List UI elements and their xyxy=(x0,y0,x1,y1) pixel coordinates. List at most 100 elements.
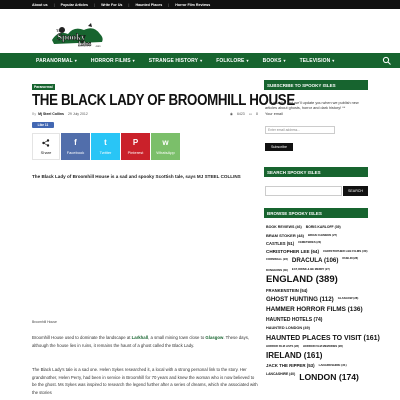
share-label: Pinterest xyxy=(127,149,144,155)
comment-icon: ▭ xyxy=(248,112,253,116)
chevron-down-icon: ▾ xyxy=(74,58,77,63)
paragraph-text: , a small mining town close to xyxy=(148,335,206,340)
comments-count[interactable]: 8 xyxy=(256,112,258,116)
eye-icon: ◉ xyxy=(229,112,233,116)
tag-link[interactable]: CHRISTOPHER LEE FILMS (30) xyxy=(322,249,368,256)
author-link[interactable]: Mj Steel Collins xyxy=(38,112,64,116)
tag-link[interactable]: HAUNTED LONDON (49) xyxy=(265,326,311,332)
topbar-link-write[interactable]: Write For Us xyxy=(101,3,122,7)
publish-date: 29 July 2012 xyxy=(67,112,88,116)
tag-link[interactable]: CEMETERIES (23) xyxy=(297,241,322,247)
category-badge[interactable]: Paranormal xyxy=(32,84,55,90)
tag-link[interactable]: BRAM STOKER (48) xyxy=(265,233,305,239)
tag-link[interactable]: LANCASHIRE (40) xyxy=(265,372,296,383)
topbar-separator: | xyxy=(53,2,55,7)
share-whatsapp-button[interactable]: w WhatsApp xyxy=(151,133,180,160)
article-meta: By Mj Steel Collins 29 July 2012 ◉ 6423 … xyxy=(32,110,258,118)
main-nav: PARANORMAL ▾ HORROR FILMS ▾ STRANGE HISTOR… xyxy=(0,53,400,68)
tag-link[interactable]: EAT, DRINK & BE MERRY (27) xyxy=(291,268,331,273)
topbar-link-reviews[interactable]: Horror Film Reviews xyxy=(175,3,210,7)
topbar-separator: | xyxy=(94,2,96,7)
tag-cloud: BOOK REVIEWS (46) BORIS KARLOFF (39) BRAM … xyxy=(265,225,380,383)
tag-link[interactable]: HAUNTED PLACES TO VISIT (161) xyxy=(265,334,381,343)
article-stats: ◉ 6423 ▭ 8 xyxy=(230,112,258,116)
image-caption: Broomhill House xyxy=(32,320,57,324)
nav-label: STRANGE HISTORY xyxy=(148,57,199,64)
twitter-icon: t xyxy=(104,137,107,147)
whatsapp-icon: w xyxy=(162,137,169,147)
tag-link[interactable]: LONDON (174) xyxy=(298,372,360,383)
tag-link[interactable]: LANARKSHIRE (31) xyxy=(318,363,348,369)
search-heading: SEARCH SPOOKY ISLES xyxy=(264,167,368,177)
share-label: Facebook xyxy=(66,149,85,155)
tag-link[interactable]: DUNGEONS (30) xyxy=(265,268,289,273)
logo-text-com: .com xyxy=(95,45,100,48)
nav-label: FOLKLORE xyxy=(216,57,245,64)
subscribe-heading: SUBSCRIBE TO SPOOKY ISLES xyxy=(264,80,368,90)
topbar-link-haunted[interactable]: Haunted Places xyxy=(135,3,162,7)
tag-link[interactable]: CHRISTOPHER LEE (64) xyxy=(265,249,320,256)
pinterest-icon: P xyxy=(132,137,139,147)
tag-link[interactable]: CASTLES (51) xyxy=(265,241,295,247)
tag-link[interactable]: BOOK REVIEWS (46) xyxy=(265,225,303,231)
topbar-link-about[interactable]: About us xyxy=(32,3,48,7)
nav-item-television[interactable]: TELEVISION ▾ xyxy=(300,58,335,64)
nav-item-horror-films[interactable]: HORROR FILMS ▾ xyxy=(91,58,135,64)
tag-link[interactable]: CORNWALL (23) xyxy=(265,257,289,265)
nav-item-strange-history[interactable]: STRANGE HISTORY ▾ xyxy=(149,58,202,64)
share-facebook-button[interactable]: f Facebook xyxy=(61,133,90,160)
tag-link[interactable]: DUBLIN (28) xyxy=(341,257,359,265)
larkhall-link[interactable]: Larkhall xyxy=(132,335,148,340)
tag-link[interactable]: HORROR FILM LISTS (28) xyxy=(265,345,300,350)
search-icon[interactable] xyxy=(382,56,392,65)
share-bar: Share f Facebook t Twitter P Pinterest w… xyxy=(32,133,180,160)
tag-link[interactable]: HORROR FILM MEMORIES (28) xyxy=(302,345,344,350)
nav-label: PARANORMAL xyxy=(36,57,73,64)
chevron-down-icon: ▾ xyxy=(283,58,286,63)
tag-link[interactable]: FRANKENSTEIN (54) xyxy=(265,288,308,294)
search-input[interactable] xyxy=(265,186,342,196)
paragraph-text: Broomhill House used to dominate the lan… xyxy=(32,335,132,340)
views-count: 6423 xyxy=(236,112,245,116)
nav-label: TELEVISION xyxy=(299,57,331,64)
email-field[interactable]: Enter email address... xyxy=(265,126,335,134)
article-paragraph: The Black Lady's tale is a sad one. Hele… xyxy=(32,367,258,395)
share-label: Share xyxy=(40,149,52,155)
topbar-link-popular[interactable]: Popular Articles xyxy=(61,3,88,7)
tag-link[interactable]: HAUNTED HOTELS (74) xyxy=(265,317,323,324)
site-logo[interactable]: The Spooky Isles .com xyxy=(48,22,106,48)
tag-link[interactable]: ENGLAND (389) xyxy=(265,274,339,286)
share-button[interactable]: Share xyxy=(32,133,60,160)
tag-link[interactable]: GHOST HUNTING (112) xyxy=(265,296,335,304)
email-label: Your email xyxy=(265,111,283,116)
nav-item-paranormal[interactable]: PARANORMAL ▾ xyxy=(36,58,77,64)
search-button[interactable]: SEARCH xyxy=(343,186,368,196)
nav-label: BOOKS xyxy=(262,57,282,64)
subscribe-description: ** Subscribe and we'll update you when w… xyxy=(265,101,359,111)
tag-link[interactable]: DRACULA (106) xyxy=(291,257,340,265)
article-intro: The Black Lady of Broomhill House is a s… xyxy=(32,174,241,179)
share-twitter-button[interactable]: t Twitter xyxy=(91,133,120,160)
browse-heading: BROWSE SPOOKY ISLES xyxy=(264,208,368,218)
tag-link[interactable]: HAMMER HORROR FILMS (136) xyxy=(265,306,364,314)
subscribe-text: ** Subscribe and we'll update you when w… xyxy=(265,101,367,117)
glasgow-link[interactable]: Glasgow xyxy=(205,335,223,340)
tag-link[interactable]: IRELAND (161) xyxy=(265,351,323,361)
tag-link[interactable]: BORIS KARLOFF (39) xyxy=(305,225,342,231)
nav-item-books[interactable]: BOOKS ▾ xyxy=(263,58,286,64)
share-pinterest-button[interactable]: P Pinterest xyxy=(121,133,150,160)
share-icon xyxy=(42,138,50,147)
nav-item-folklore[interactable]: FOLKLORE ▾ xyxy=(216,58,248,64)
article-paragraph: Broomhill House used to dominate the lan… xyxy=(32,334,258,349)
chevron-down-icon: ▾ xyxy=(246,58,249,63)
nav-label: HORROR FILMS xyxy=(90,57,131,64)
tag-link[interactable]: JACK THE RIPPER (53) xyxy=(265,363,316,369)
top-bar: About us | Popular Articles | Write For Us… xyxy=(0,0,400,9)
subscribe-button[interactable]: Subscribe xyxy=(265,143,293,151)
facebook-icon: f xyxy=(74,137,77,147)
tag-link[interactable]: BRIAN CLEMENS (27) xyxy=(307,233,338,239)
logo-text-isles: Isles xyxy=(78,40,92,48)
tag-link[interactable]: GLASGOW (28) xyxy=(337,296,360,304)
chevron-down-icon: ▾ xyxy=(200,58,203,63)
facebook-like-button[interactable]: Like 11 xyxy=(32,122,54,128)
